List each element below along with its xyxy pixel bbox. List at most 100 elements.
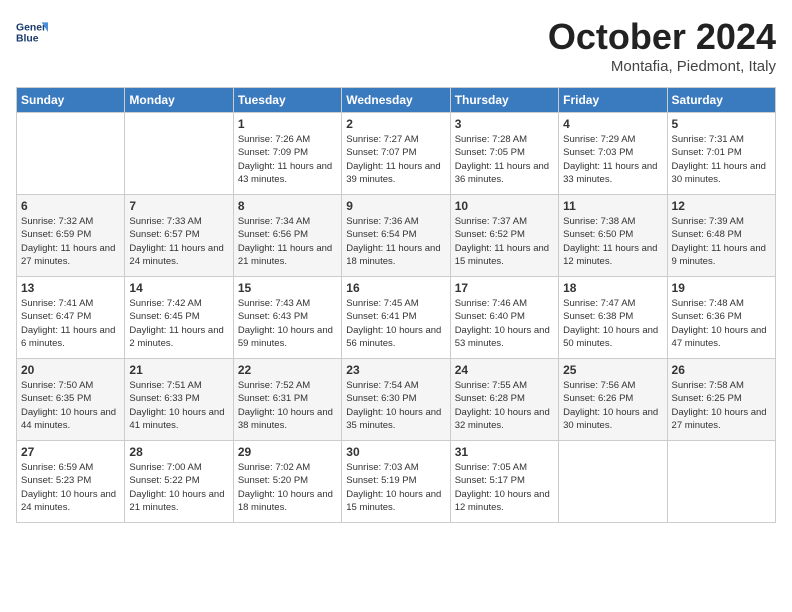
day-number: 15: [238, 281, 337, 295]
calendar-cell: [125, 113, 233, 195]
day-info: Sunrise: 7:45 AM Sunset: 6:41 PM Dayligh…: [346, 297, 445, 350]
calendar-cell: 18Sunrise: 7:47 AM Sunset: 6:38 PM Dayli…: [559, 277, 667, 359]
day-number: 16: [346, 281, 445, 295]
day-number: 14: [129, 281, 228, 295]
day-info: Sunrise: 7:38 AM Sunset: 6:50 PM Dayligh…: [563, 215, 662, 268]
calendar-cell: [559, 441, 667, 523]
day-number: 24: [455, 363, 554, 377]
day-info: Sunrise: 7:52 AM Sunset: 6:31 PM Dayligh…: [238, 379, 337, 432]
calendar-cell: 28 Sunrise: 7:00 AM Sunset: 5:22 PM Dayli…: [125, 441, 233, 523]
day-info: Sunrise: 7:00 AM Sunset: 5:22 PM Dayligh…: [129, 461, 228, 514]
calendar-cell: 8 Sunrise: 7:34 AM Sunset: 6:56 PM Daylig…: [233, 195, 341, 277]
calendar-cell: 20Sunrise: 7:50 AM Sunset: 6:35 PM Dayli…: [17, 359, 125, 441]
day-info: Sunrise: 7:31 AM Sunset: 7:01 PM Dayligh…: [672, 133, 771, 186]
day-number: 20: [21, 363, 120, 377]
calendar-cell: 1 Sunrise: 7:26 AM Sunset: 7:09 PM Daylig…: [233, 113, 341, 195]
day-info: Sunrise: 7:54 AM Sunset: 6:30 PM Dayligh…: [346, 379, 445, 432]
day-info: Sunrise: 7:37 AM Sunset: 6:52 PM Dayligh…: [455, 215, 554, 268]
day-number: 17: [455, 281, 554, 295]
day-info: Sunrise: 7:32 AM Sunset: 6:59 PM Dayligh…: [21, 215, 120, 268]
day-header-wednesday: Wednesday: [342, 88, 450, 113]
day-header-thursday: Thursday: [450, 88, 558, 113]
calendar-cell: 23 Sunrise: 7:54 AM Sunset: 6:30 PM Dayli…: [342, 359, 450, 441]
day-header-saturday: Saturday: [667, 88, 775, 113]
page-header: General Blue October 2024 Montafia, Pied…: [16, 16, 776, 75]
calendar-cell: 7Sunrise: 7:33 AM Sunset: 6:57 PM Daylig…: [125, 195, 233, 277]
day-info: Sunrise: 7:05 AM Sunset: 5:17 PM Dayligh…: [455, 461, 554, 514]
calendar-week-row: 27Sunrise: 6:59 AM Sunset: 5:23 PM Dayli…: [17, 441, 776, 523]
calendar-cell: 5 Sunrise: 7:31 AM Sunset: 7:01 PM Daylig…: [667, 113, 775, 195]
calendar-cell: 6 Sunrise: 7:32 AM Sunset: 6:59 PM Daylig…: [17, 195, 125, 277]
location: Montafia, Piedmont, Italy: [548, 58, 776, 75]
day-number: 9: [346, 199, 445, 213]
calendar-week-row: 20Sunrise: 7:50 AM Sunset: 6:35 PM Dayli…: [17, 359, 776, 441]
day-number: 25: [563, 363, 662, 377]
day-header-friday: Friday: [559, 88, 667, 113]
calendar-cell: 15 Sunrise: 7:43 AM Sunset: 6:43 PM Dayli…: [233, 277, 341, 359]
day-number: 21: [129, 363, 228, 377]
calendar-cell: [667, 441, 775, 523]
day-number: 3: [455, 117, 554, 131]
day-info: Sunrise: 7:51 AM Sunset: 6:33 PM Dayligh…: [129, 379, 228, 432]
day-info: Sunrise: 7:41 AM Sunset: 6:47 PM Dayligh…: [21, 297, 120, 350]
calendar-cell: 11 Sunrise: 7:38 AM Sunset: 6:50 PM Dayli…: [559, 195, 667, 277]
calendar-cell: 30Sunrise: 7:03 AM Sunset: 5:19 PM Dayli…: [342, 441, 450, 523]
calendar-header-row: SundayMondayTuesdayWednesdayThursdayFrid…: [17, 88, 776, 113]
calendar-cell: 29Sunrise: 7:02 AM Sunset: 5:20 PM Dayli…: [233, 441, 341, 523]
logo-icon: General Blue: [16, 16, 48, 48]
day-number: 13: [21, 281, 120, 295]
calendar-cell: 3Sunrise: 7:28 AM Sunset: 7:05 PM Daylig…: [450, 113, 558, 195]
day-number: 2: [346, 117, 445, 131]
day-number: 28: [129, 445, 228, 459]
day-info: Sunrise: 7:34 AM Sunset: 6:56 PM Dayligh…: [238, 215, 337, 268]
day-number: 26: [672, 363, 771, 377]
calendar-cell: 16 Sunrise: 7:45 AM Sunset: 6:41 PM Dayli…: [342, 277, 450, 359]
day-info: Sunrise: 7:46 AM Sunset: 6:40 PM Dayligh…: [455, 297, 554, 350]
day-number: 18: [563, 281, 662, 295]
calendar-cell: 19 Sunrise: 7:48 AM Sunset: 6:36 PM Dayli…: [667, 277, 775, 359]
calendar-table: SundayMondayTuesdayWednesdayThursdayFrid…: [16, 87, 776, 523]
calendar-cell: 25Sunrise: 7:56 AM Sunset: 6:26 PM Dayli…: [559, 359, 667, 441]
day-info: Sunrise: 7:58 AM Sunset: 6:25 PM Dayligh…: [672, 379, 771, 432]
day-number: 30: [346, 445, 445, 459]
day-number: 22: [238, 363, 337, 377]
calendar-cell: 21 Sunrise: 7:51 AM Sunset: 6:33 PM Dayli…: [125, 359, 233, 441]
title-block: October 2024 Montafia, Piedmont, Italy: [548, 16, 776, 75]
month-title: October 2024: [548, 16, 776, 58]
day-info: Sunrise: 7:55 AM Sunset: 6:28 PM Dayligh…: [455, 379, 554, 432]
calendar-cell: 13 Sunrise: 7:41 AM Sunset: 6:47 PM Dayli…: [17, 277, 125, 359]
day-header-sunday: Sunday: [17, 88, 125, 113]
day-number: 1: [238, 117, 337, 131]
calendar-cell: [17, 113, 125, 195]
svg-text:Blue: Blue: [16, 34, 39, 45]
day-number: 4: [563, 117, 662, 131]
calendar-cell: 17 Sunrise: 7:46 AM Sunset: 6:40 PM Dayli…: [450, 277, 558, 359]
calendar-cell: 2Sunrise: 7:27 AM Sunset: 7:07 PM Daylig…: [342, 113, 450, 195]
calendar-cell: 27Sunrise: 6:59 AM Sunset: 5:23 PM Dayli…: [17, 441, 125, 523]
day-info: Sunrise: 7:39 AM Sunset: 6:48 PM Dayligh…: [672, 215, 771, 268]
day-number: 31: [455, 445, 554, 459]
calendar-cell: 4 Sunrise: 7:29 AM Sunset: 7:03 PM Daylig…: [559, 113, 667, 195]
day-number: 23: [346, 363, 445, 377]
day-info: Sunrise: 7:48 AM Sunset: 6:36 PM Dayligh…: [672, 297, 771, 350]
day-number: 8: [238, 199, 337, 213]
calendar-cell: 9 Sunrise: 7:36 AM Sunset: 6:54 PM Daylig…: [342, 195, 450, 277]
day-number: 11: [563, 199, 662, 213]
calendar-cell: 24 Sunrise: 7:55 AM Sunset: 6:28 PM Dayli…: [450, 359, 558, 441]
calendar-week-row: 6 Sunrise: 7:32 AM Sunset: 6:59 PM Daylig…: [17, 195, 776, 277]
day-number: 7: [129, 199, 228, 213]
calendar-cell: 10 Sunrise: 7:37 AM Sunset: 6:52 PM Dayli…: [450, 195, 558, 277]
day-number: 10: [455, 199, 554, 213]
day-info: Sunrise: 7:29 AM Sunset: 7:03 PM Dayligh…: [563, 133, 662, 186]
day-info: Sunrise: 7:36 AM Sunset: 6:54 PM Dayligh…: [346, 215, 445, 268]
logo: General Blue: [16, 16, 48, 48]
day-info: Sunrise: 7:26 AM Sunset: 7:09 PM Dayligh…: [238, 133, 337, 186]
calendar-cell: 26 Sunrise: 7:58 AM Sunset: 6:25 PM Dayli…: [667, 359, 775, 441]
day-number: 5: [672, 117, 771, 131]
day-info: Sunrise: 7:43 AM Sunset: 6:43 PM Dayligh…: [238, 297, 337, 350]
calendar-cell: 22 Sunrise: 7:52 AM Sunset: 6:31 PM Dayli…: [233, 359, 341, 441]
calendar-week-row: 1 Sunrise: 7:26 AM Sunset: 7:09 PM Daylig…: [17, 113, 776, 195]
day-header-monday: Monday: [125, 88, 233, 113]
day-number: 19: [672, 281, 771, 295]
day-number: 6: [21, 199, 120, 213]
